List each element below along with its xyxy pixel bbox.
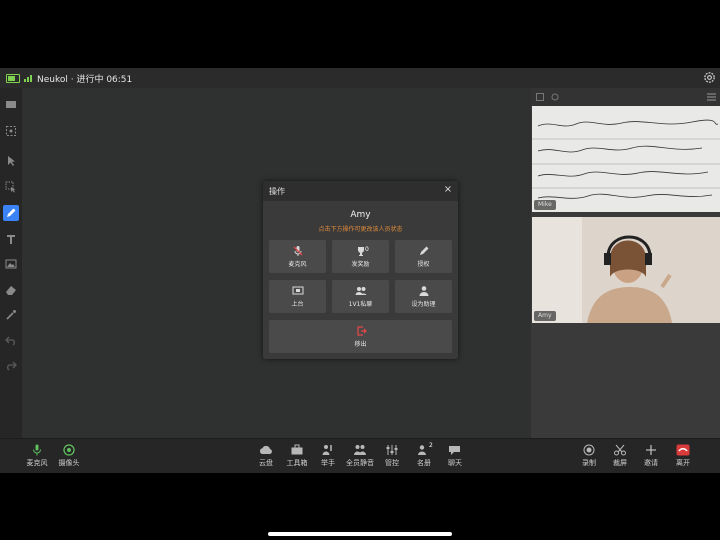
hang-up-icon <box>676 444 690 456</box>
bottom-label: 麦克风 <box>26 459 48 467</box>
bottom-label: 离开 <box>676 459 690 467</box>
bottom-label: 全员静音 <box>346 459 374 467</box>
crop-screen-button[interactable]: 裁屏 <box>603 442 637 472</box>
video-tile-mike[interactable]: Mike <box>532 106 720 212</box>
authorize-button[interactable]: 授权 <box>395 240 452 273</box>
leave-button[interactable]: 离开 <box>666 442 700 472</box>
toolbox-button[interactable]: 工具箱 <box>280 442 314 472</box>
bottom-label: 录制 <box>582 459 596 467</box>
bottom-label: 邀请 <box>644 459 658 467</box>
participant-name: Amy <box>350 210 371 220</box>
dialog-title: 操作 <box>269 187 285 196</box>
mic-off-icon <box>293 246 302 256</box>
record-button[interactable]: 录制 <box>572 442 606 472</box>
chat-button[interactable]: 聊天 <box>438 442 472 472</box>
tile-label: 设为助理 <box>411 301 436 308</box>
video-tile-amy[interactable]: Amy <box>532 217 720 323</box>
camera-icon <box>63 444 75 456</box>
raise-hand-button[interactable]: 举手 <box>311 442 345 472</box>
video-panel-header <box>531 88 720 106</box>
mic-button[interactable]: 麦克风 <box>20 442 54 472</box>
reward-button[interactable]: 0 发奖励 <box>332 240 389 273</box>
text-icon[interactable] <box>3 231 19 247</box>
select-icon[interactable] <box>3 179 19 195</box>
video-label-mike: Mike <box>534 200 556 210</box>
set-assistant-button[interactable]: 设为助理 <box>395 280 452 313</box>
screenshot-icon[interactable] <box>3 123 19 139</box>
undo-icon[interactable] <box>3 332 19 348</box>
mic-toggle-button[interactable]: 麦克风 <box>269 240 326 273</box>
dialog-header <box>263 181 458 201</box>
tile-label: 上台 <box>291 301 304 308</box>
handwritten-equations <box>532 106 720 212</box>
roster-count-badge: 2 <box>429 442 433 449</box>
stage-icon <box>292 286 303 295</box>
bottom-label: 名册 <box>417 459 431 467</box>
on-stage-button[interactable]: 上台 <box>269 280 326 313</box>
mute-all-icon <box>354 445 366 455</box>
bottom-label: 聊天 <box>448 459 462 467</box>
plus-icon <box>646 445 656 455</box>
tile-label: 1V1私聊 <box>348 301 373 308</box>
tile-label: 移出 <box>354 341 367 348</box>
settings-gear-icon[interactable] <box>703 71 716 84</box>
layout-icon[interactable] <box>536 93 544 101</box>
tile-label: 授权 <box>417 261 430 268</box>
participant-video <box>532 217 720 323</box>
video-label-amy: Amy <box>534 311 556 321</box>
bottom-label: 裁屏 <box>613 459 627 467</box>
roster-button[interactable]: 2 名册 <box>407 442 441 472</box>
eraser-icon[interactable] <box>3 282 19 298</box>
private-chat-button[interactable]: 1V1私聊 <box>332 280 389 313</box>
session-title: Neukol · 进行中 06:51 <box>37 75 133 85</box>
user-icon <box>419 286 428 296</box>
image-icon[interactable] <box>3 256 19 272</box>
microphone-icon <box>33 444 41 456</box>
camera-button[interactable]: 摄像头 <box>52 442 86 472</box>
record-icon <box>583 444 595 456</box>
control-button[interactable]: 管控 <box>375 442 409 472</box>
bottom-label: 举手 <box>321 459 335 467</box>
list-icon[interactable] <box>707 93 716 101</box>
dialog-hint: 点击下方操作可更改该人员状态 <box>318 226 403 233</box>
reward-count: 0 <box>365 246 369 253</box>
remove-button[interactable]: 移出 <box>269 320 452 353</box>
cloud-icon <box>259 445 272 454</box>
bottom-label: 管控 <box>385 459 399 467</box>
exit-icon <box>356 326 367 336</box>
close-icon[interactable]: × <box>443 185 453 195</box>
operation-dialog: 操作 × Amy 点击下方操作可更改该人员状态 麦克风 0 发奖励 授权 上台 … <box>263 181 458 359</box>
pencil-icon <box>419 246 428 255</box>
bottom-label: 摄像头 <box>58 459 80 467</box>
battery-icon <box>6 74 20 83</box>
toolbox-icon <box>291 444 303 455</box>
left-toolbar <box>0 88 23 438</box>
mute-all-button[interactable]: 全员静音 <box>343 442 377 472</box>
tile-label: 麦克风 <box>288 261 307 268</box>
status-bar: Neukol · 进行中 06:51 <box>0 68 720 88</box>
refresh-icon[interactable] <box>551 93 559 101</box>
scissors-icon <box>614 444 626 456</box>
bottom-toolbar: 麦克风 摄像头 云盘 工具箱 举手 全员静音 管控 2 名册 聊天 录制 裁屏 <box>0 438 720 473</box>
redo-icon[interactable] <box>3 357 19 373</box>
signal-icon <box>24 75 33 82</box>
chat-icon[interactable] <box>3 97 19 113</box>
invite-button[interactable]: 邀请 <box>634 442 668 472</box>
pen-icon[interactable] <box>3 205 19 221</box>
raise-hand-icon <box>322 445 332 455</box>
sliders-icon <box>386 445 398 455</box>
home-indicator[interactable] <box>268 532 452 536</box>
users-icon <box>355 287 366 295</box>
tile-label: 发奖励 <box>351 261 370 268</box>
cloud-disk-button[interactable]: 云盘 <box>249 442 283 472</box>
bottom-label: 工具箱 <box>286 459 308 467</box>
laser-icon[interactable] <box>3 307 19 323</box>
pointer-icon[interactable] <box>3 153 19 169</box>
chat-bubble-icon <box>449 446 460 455</box>
bottom-label: 云盘 <box>259 459 273 467</box>
